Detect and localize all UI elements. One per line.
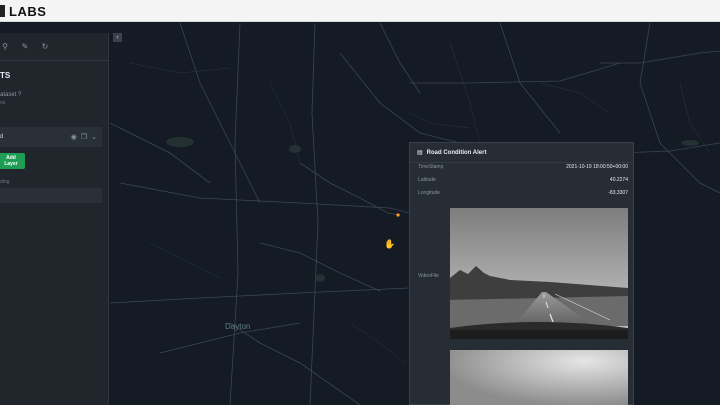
brand-name: LABS [9,3,47,19]
add-layer-button[interactable]: Add Layer [0,153,25,169]
field-value: -83.3307 [608,190,628,196]
dataset-label[interactable]: ataset ? [0,92,21,98]
dashcam-video-frame-2[interactable] [450,350,628,405]
tab-edit-icon[interactable]: ✎ [20,42,30,51]
logo-mark-icon [0,5,5,17]
field-label: TimeStamp [418,164,444,170]
layer-name: d [0,134,4,140]
field-value: 2021-10-19 18:00:50+00:00 [566,164,628,170]
panel-title: TS [0,71,11,80]
dashcam-video-frame[interactable] [450,208,628,339]
search-input[interactable] [0,188,102,203]
chevron-down-icon[interactable]: ⌄ [91,133,97,141]
popup-row-timestamp: TimeStamp 2021-10-19 18:00:50+00:00 [418,164,628,170]
copy-icon[interactable]: ❐ [81,133,87,141]
layer-icon: ▤ [417,150,423,156]
side-panel: ⚲ ✎ ↻ TS ataset ? ns d ◉ ❐ ⌄ Add Layer d… [0,33,109,405]
city-label: Dayton [225,322,251,331]
app-header: LABS [0,0,720,22]
road-scene-image-2 [450,350,628,405]
tab-refresh-icon[interactable]: ↻ [40,42,50,51]
alert-marker[interactable] [396,213,400,217]
field-value: 40.2274 [609,177,628,183]
popup-row-longitude: Longitude -83.3307 [418,190,628,196]
dataset-sublabel: ns [0,100,6,106]
tab-layers-icon[interactable]: ⚲ [0,42,10,51]
section-label: ding [0,179,10,185]
popup-header: ▤ Road Condition Alert [410,143,633,163]
brand-logo: LABS [0,3,46,19]
road-condition-popup: ▤ Road Condition Alert TimeStamp 2021-10… [409,142,634,405]
collapse-sidebar-button[interactable]: ‹ [113,33,122,42]
field-label: Longitude [418,190,440,196]
layer-item[interactable]: d ◉ ❐ ⌄ [0,127,102,147]
visibility-icon[interactable]: ◉ [71,133,77,141]
popup-title: Road Condition Alert [426,149,487,156]
road-scene-image [450,208,628,339]
layer-actions: ◉ ❐ ⌄ [71,133,97,141]
hand-cursor-icon: ✋ [384,239,396,249]
video-file-label: VideoFile [418,273,439,279]
side-panel-tabs: ⚲ ✎ ↻ [0,33,108,61]
popup-row-latitude: Latitude 40.2274 [418,177,628,183]
field-label: Latitude [418,177,436,183]
